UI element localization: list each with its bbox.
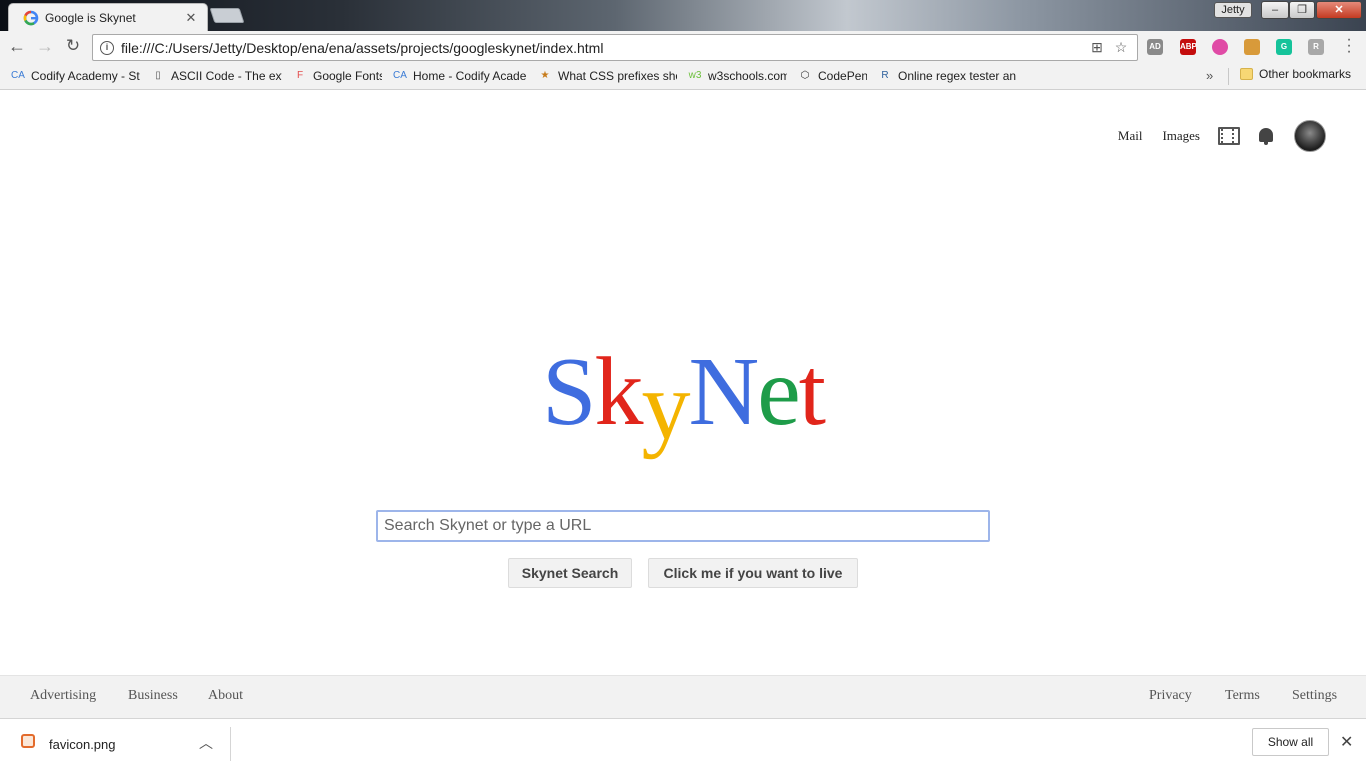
footer-advertising-link[interactable]: Advertising bbox=[30, 688, 96, 704]
bookmarks-divider bbox=[1228, 68, 1229, 85]
window-close-icon[interactable]: ✕ bbox=[1316, 1, 1362, 19]
bookmark-favicon-icon: CA bbox=[11, 70, 25, 81]
minimize-icon[interactable]: – bbox=[1261, 1, 1289, 19]
bookmark-item[interactable]: F Google Fonts bbox=[292, 68, 382, 84]
back-arrow-icon[interactable]: ← bbox=[6, 35, 28, 57]
chevron-up-icon[interactable]: ︿ bbox=[199, 733, 213, 753]
bookmark-star-icon[interactable]: ☆ bbox=[1113, 39, 1129, 56]
bookmark-label: CodePen bbox=[818, 69, 867, 83]
hammer-icon[interactable] bbox=[1244, 39, 1260, 55]
mail-link[interactable]: Mail bbox=[1118, 128, 1143, 144]
color-wheel-icon[interactable] bbox=[1212, 39, 1228, 55]
tab-active[interactable]: Google is Skynet ✕ bbox=[8, 3, 208, 31]
bookmark-favicon-icon: CA bbox=[393, 70, 407, 81]
search-input[interactable] bbox=[376, 510, 990, 542]
bookmark-item[interactable]: ★ What CSS prefixes sho bbox=[537, 68, 677, 84]
bookmark-label: Online regex tester an bbox=[898, 69, 1017, 83]
footer-about-link[interactable]: About bbox=[208, 688, 243, 704]
bookmark-favicon-icon: w3 bbox=[688, 70, 702, 81]
footer-terms-link[interactable]: Terms bbox=[1225, 688, 1260, 704]
top-nav: Mail Images bbox=[1098, 120, 1326, 152]
bookmark-item[interactable]: CA Codify Academy - Stu bbox=[10, 68, 140, 84]
adblock-icon[interactable]: ABP bbox=[1180, 39, 1197, 55]
logo-letter: y bbox=[641, 352, 691, 460]
logo-letter: S bbox=[541, 338, 596, 446]
download-shelf: favicon.png ︿ Show all ✕ bbox=[0, 718, 1366, 768]
translate-icon[interactable]: ⊞ bbox=[1089, 39, 1105, 56]
skynet-search-button[interactable]: Skynet Search bbox=[508, 558, 632, 588]
tab-close-icon[interactable]: ✕ bbox=[183, 10, 199, 26]
logo-letter: N bbox=[688, 338, 760, 446]
avatar[interactable] bbox=[1294, 120, 1326, 152]
ad-icon[interactable]: AD bbox=[1147, 39, 1163, 55]
download-divider bbox=[230, 727, 231, 761]
bell-icon[interactable] bbox=[1258, 127, 1274, 145]
bookmark-favicon-icon: F bbox=[296, 70, 304, 81]
bookmark-label: Home - Codify Acade bbox=[413, 69, 527, 83]
bookmark-favicon-icon: R bbox=[881, 70, 889, 81]
folder-icon bbox=[1240, 68, 1253, 80]
bookmark-item[interactable]: w3 w3schools.com bbox=[687, 68, 787, 84]
footer-business-link[interactable]: Business bbox=[128, 688, 178, 704]
logo-letter: t bbox=[798, 338, 826, 446]
menu-kebab-icon[interactable]: · · · bbox=[1342, 32, 1356, 60]
bookmark-label: w3schools.com bbox=[708, 69, 787, 83]
browser-toolbar: ← → ↻ i file:///C:/Users/Jetty/Desktop/e… bbox=[0, 31, 1366, 63]
tab-title: Google is Skynet bbox=[45, 10, 136, 25]
other-bookmarks[interactable]: Other bookmarks bbox=[1240, 67, 1351, 81]
logo-letter: k bbox=[594, 338, 644, 446]
download-file-name[interactable]: favicon.png bbox=[49, 737, 116, 752]
bookmarks-overflow-icon[interactable]: » bbox=[1206, 68, 1213, 83]
bookmark-item[interactable]: R Online regex tester an bbox=[877, 68, 1017, 84]
reload-icon[interactable]: ↻ bbox=[62, 35, 84, 57]
show-all-button[interactable]: Show all bbox=[1252, 728, 1329, 756]
readability-icon[interactable]: R bbox=[1308, 39, 1324, 55]
bookmark-label: Google Fonts bbox=[313, 69, 382, 83]
bookmark-favicon-icon: ⬡ bbox=[800, 70, 810, 81]
footer-privacy-link[interactable]: Privacy bbox=[1149, 688, 1192, 704]
skynet-logo: SkyNet bbox=[0, 338, 1366, 456]
restore-icon[interactable]: ❐ bbox=[1289, 1, 1315, 19]
film-icon[interactable] bbox=[1218, 127, 1240, 145]
profile-badge[interactable]: Jetty bbox=[1214, 2, 1252, 18]
new-tab-button[interactable] bbox=[209, 8, 245, 23]
bookmark-favicon-icon: ★ bbox=[540, 70, 550, 81]
forward-arrow-icon[interactable]: → bbox=[34, 35, 56, 57]
info-icon[interactable]: i bbox=[100, 40, 114, 55]
live-button[interactable]: Click me if you want to live bbox=[648, 558, 858, 588]
bookmarks-bar: CA Codify Academy - Stu ▯ ASCII Code - The … bbox=[0, 63, 1366, 90]
grammarly-icon[interactable]: G bbox=[1276, 39, 1292, 55]
images-link[interactable]: Images bbox=[1162, 128, 1200, 144]
bookmark-label: ASCII Code - The exte bbox=[171, 69, 282, 83]
bookmark-label: What CSS prefixes sho bbox=[558, 69, 677, 83]
bookmark-item[interactable]: ▯ ASCII Code - The exte bbox=[150, 68, 282, 84]
bookmark-item[interactable]: CA Home - Codify Acade bbox=[392, 68, 527, 84]
footer-settings-link[interactable]: Settings bbox=[1292, 688, 1337, 704]
bookmark-item[interactable]: ⬡ CodePen bbox=[797, 68, 867, 84]
title-bar: Google is Skynet ✕ Jetty – ❐ ✕ bbox=[0, 0, 1366, 31]
close-icon[interactable]: ✕ bbox=[1340, 732, 1353, 752]
address-url[interactable]: file:///C:/Users/Jetty/Desktop/ena/ena/a… bbox=[121, 40, 1089, 56]
bookmark-label: Codify Academy - Stu bbox=[31, 69, 140, 83]
logo-letter: e bbox=[757, 338, 800, 446]
page-content: Mail Images SkyNet Skynet Search Click m… bbox=[0, 90, 1366, 718]
address-bar[interactable]: i file:///C:/Users/Jetty/Desktop/ena/ena… bbox=[92, 34, 1138, 61]
footer: Advertising Business About Privacy Terms… bbox=[0, 675, 1366, 718]
other-bookmarks-label: Other bookmarks bbox=[1259, 67, 1352, 81]
google-favicon-icon bbox=[23, 10, 39, 25]
image-file-icon bbox=[21, 734, 35, 748]
bookmark-favicon-icon: ▯ bbox=[155, 70, 161, 81]
